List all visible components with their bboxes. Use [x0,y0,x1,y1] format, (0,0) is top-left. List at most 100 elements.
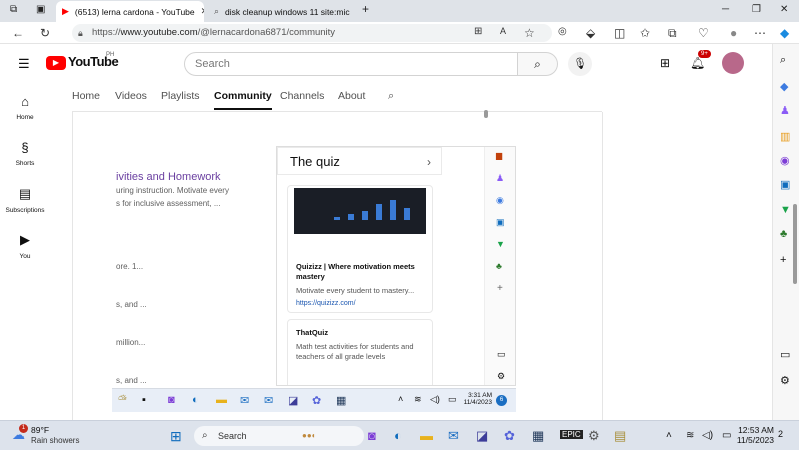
tab-channels[interactable]: Channels [280,90,324,102]
tray-chevron-icon[interactable]: ˄ [666,430,672,441]
edge-scrollbar[interactable] [793,204,797,284]
tab-home[interactable]: Home [72,90,100,102]
sidebar-layout-icon[interactable]: ▭ [780,348,790,361]
tab-close-icon[interactable]: ✕ [201,6,204,17]
store-icon[interactable]: ▦ [336,394,346,407]
copilot-app-icon[interactable]: ◉ [496,195,504,206]
chat-icon[interactable]: ◙ [368,428,376,443]
epic-games-icon[interactable]: EPIC [560,430,583,439]
avatar[interactable] [722,52,744,74]
collections-icon[interactable]: ⧉ [668,26,677,41]
toolbox-icon[interactable]: ▥ [780,130,790,143]
wifi-icon[interactable]: ≋ [686,430,694,441]
nav-shorts[interactable]: § Shorts [0,140,50,167]
volume-icon[interactable]: ◁) [430,394,440,405]
file-explorer-icon[interactable]: ▬ [420,428,433,443]
edge-icon[interactable]: ◐ [192,394,199,406]
mail-icon[interactable]: ✉ [448,428,459,444]
minimize-button[interactable]: ─ [722,4,729,15]
menu-hamburger-icon[interactable]: ☰ [18,56,30,72]
math-app-icon[interactable]: ◪ [288,394,298,407]
result-title[interactable]: Quizizz | Where motivation meets mastery [296,262,424,282]
inner-clock[interactable]: 3:31 AM 11/4/2023 [460,392,492,406]
edge-icon[interactable]: ◐ [394,428,402,443]
voice-search-button[interactable]: 🎙︎ [568,52,592,76]
battery-icon[interactable]: ▭ [448,394,457,405]
copilot-taskbar-icon[interactable]: ✿ [504,428,515,444]
start-windows-icon[interactable]: ⊞ [170,428,182,445]
create-video-icon[interactable]: ⊞ [660,56,670,70]
settings-gear-icon[interactable]: ⚙ [588,428,600,444]
notifications-bell-icon[interactable]: 🔔︎ [690,56,705,70]
tree-icon[interactable]: ♣ [780,228,787,240]
puzzle-icon[interactable]: ⬙ [586,26,595,40]
scrollbar-thumb[interactable] [484,110,488,118]
outlook-mail-icon[interactable]: ✉ [264,394,273,407]
channel-search-icon[interactable]: ⌕ [388,90,394,103]
weather-desc[interactable]: Rain showers [31,436,79,445]
add-app-icon[interactable]: + [780,254,786,266]
search-icon[interactable]: ⌕ [780,54,786,67]
terminal-icon[interactable]: ▪ [142,394,146,406]
add-app-icon[interactable]: + [497,283,503,294]
result-card[interactable]: Quizizz | Where motivation meets mastery… [287,185,433,313]
inner-notification-badge[interactable]: 6 [496,395,507,406]
tab-search[interactable]: ⌕ disk cleanup windows 11 site:mic ✕ [208,1,356,22]
weather-temp[interactable]: 89°F [31,425,49,435]
nav-home[interactable]: ⌂ Home [0,94,50,121]
new-tab-button[interactable]: + [362,2,369,16]
sidebar-layout-icon[interactable]: ▭ [497,349,506,360]
tray-chevron-icon[interactable]: ˄ [398,394,403,404]
outlook-icon[interactable]: ▣ [780,178,790,191]
result-title[interactable]: ThatQuiz [296,328,424,338]
page-scrollbar[interactable] [484,110,488,380]
wifi-icon[interactable]: ≋ [414,394,422,405]
files-icon[interactable]: ▤ [614,428,626,444]
maximize-button[interactable]: ❐ [752,4,761,15]
copilot-app-icon[interactable]: ◉ [780,154,790,167]
favorites-icon[interactable]: ✩ [640,26,650,40]
mail-icon[interactable]: ✉ [240,394,249,407]
tree-icon[interactable]: ♣ [496,261,502,271]
store-icon[interactable]: ▦ [532,428,544,444]
favorite-star-icon[interactable]: ☆ [524,26,535,40]
tab-actions-icon[interactable]: ▣ [36,4,45,15]
back-arrow-icon[interactable]: ← [12,26,24,40]
chevron-right-icon[interactable]: › [427,148,431,176]
heart-health-icon[interactable]: ♡ [698,26,709,40]
file-explorer-icon[interactable]: ▬ [216,394,227,406]
outlook-icon[interactable]: ▣ [496,217,505,228]
more-options-icon[interactable]: ⋯ [754,26,766,40]
search-input[interactable]: Search [184,52,518,76]
weather-icon[interactable]: ⛅︎ [118,394,127,407]
nav-subscriptions[interactable]: ▤ Subscriptions [0,186,50,214]
youtube-logo-icon[interactable]: ▶ [46,56,66,70]
games-icon[interactable]: ♟ [496,173,504,184]
volume-icon[interactable]: ◁) [702,430,713,441]
games-icon[interactable]: ♟ [780,104,790,117]
read-aloud-icon[interactable]: A [500,26,506,36]
refresh-icon[interactable]: ↻ [40,26,50,40]
search-button[interactable]: ⌕ [518,52,558,76]
briefcase-icon[interactable]: ▆ [496,151,502,160]
taskbar-search[interactable]: ⌕ Search ●●◐ [194,426,364,446]
tab-about[interactable]: About [338,90,365,102]
shopping-tag-icon[interactable]: ◆ [780,80,788,93]
system-clock[interactable]: 12:53 AM 11/5/2023 [734,425,774,445]
result-card[interactable]: ThatQuiz Math test activities for studen… [287,319,433,385]
extension-icon[interactable]: ◎ [558,26,567,37]
chat-icon[interactable]: ◙ [168,394,175,406]
result-link[interactable]: https://quizizz.com/ [296,300,424,307]
tab-videos[interactable]: Videos [115,90,147,102]
tab-youtube[interactable]: ▶ (6513) lerna cardona - YouTube ✕ [56,1,204,22]
close-button[interactable]: ✕ [780,4,788,15]
post-link-title[interactable]: ivities and Homework [116,171,221,183]
notification-count[interactable]: 2 [778,429,783,439]
workspaces-icon[interactable]: ⧉ [10,4,17,15]
profile-avatar-icon[interactable]: ● [730,26,737,40]
tab-community[interactable]: Community [214,90,272,110]
nav-you[interactable]: ▶ You [0,232,50,260]
split-screen-icon[interactable]: ◫ [614,26,625,40]
sidebar-settings-icon[interactable]: ⚙ [780,374,790,387]
quiz-header[interactable]: The quiz › [277,147,442,175]
